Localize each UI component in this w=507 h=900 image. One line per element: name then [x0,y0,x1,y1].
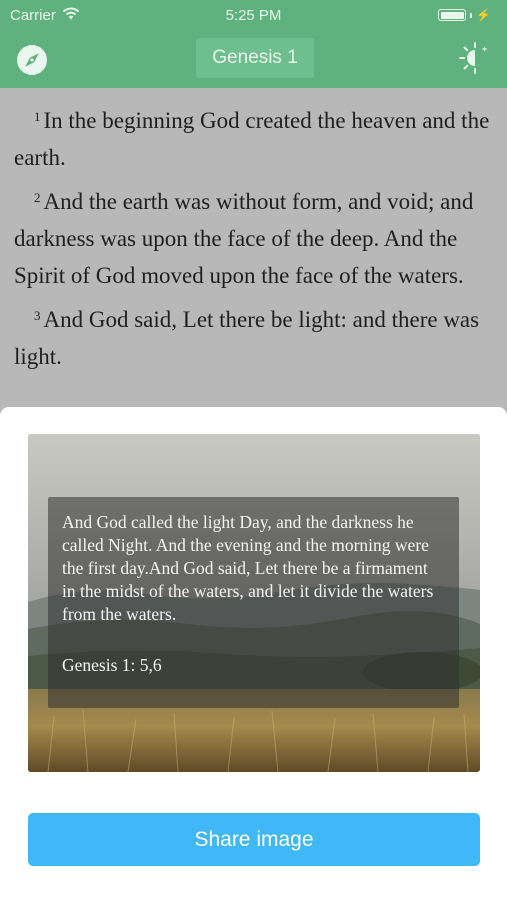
compass-icon[interactable] [14,42,50,78]
verse-text: And God said, Let there be light: and th… [14,307,480,369]
verse-number: 2 [34,190,41,205]
verse-3[interactable]: 3 And God said, Let there be light: and t… [14,297,493,375]
night-mode-icon[interactable] [457,40,493,76]
verse-list: 1 In the beginning God created the heaven… [0,88,507,375]
verse-2[interactable]: 2 And the earth was without form, and voi… [14,179,493,294]
share-image-preview: And God called the light Day, and the da… [28,434,480,772]
status-time: 5:25 PM [225,7,282,24]
battery-indicator: ⚡ [438,8,491,22]
verse-1[interactable]: 1 In the beginning God created the heaven… [14,98,493,176]
verse-text: And the earth was without form, and void… [14,189,474,288]
chapter-title-button[interactable]: Genesis 1 [196,38,314,78]
quote-text: And God called the light Day, and the da… [62,512,434,624]
share-sheet: And God called the light Day, and the da… [0,407,507,900]
quote-reference: Genesis 1: 5,6 [62,655,162,675]
charging-icon: ⚡ [476,8,491,22]
top-bar: Carrier 5:25 PM ⚡ Genesis 1 [0,0,507,88]
status-bar: Carrier 5:25 PM ⚡ [0,0,507,30]
quote-overlay: And God called the light Day, and the da… [48,497,459,708]
nav-bar: Genesis 1 [0,30,507,88]
share-image-button[interactable]: Share image [28,813,480,866]
verse-number: 1 [34,109,41,124]
verse-text: In the beginning God created the heaven … [14,108,490,170]
verse-number: 3 [34,308,41,323]
battery-icon [438,9,467,21]
